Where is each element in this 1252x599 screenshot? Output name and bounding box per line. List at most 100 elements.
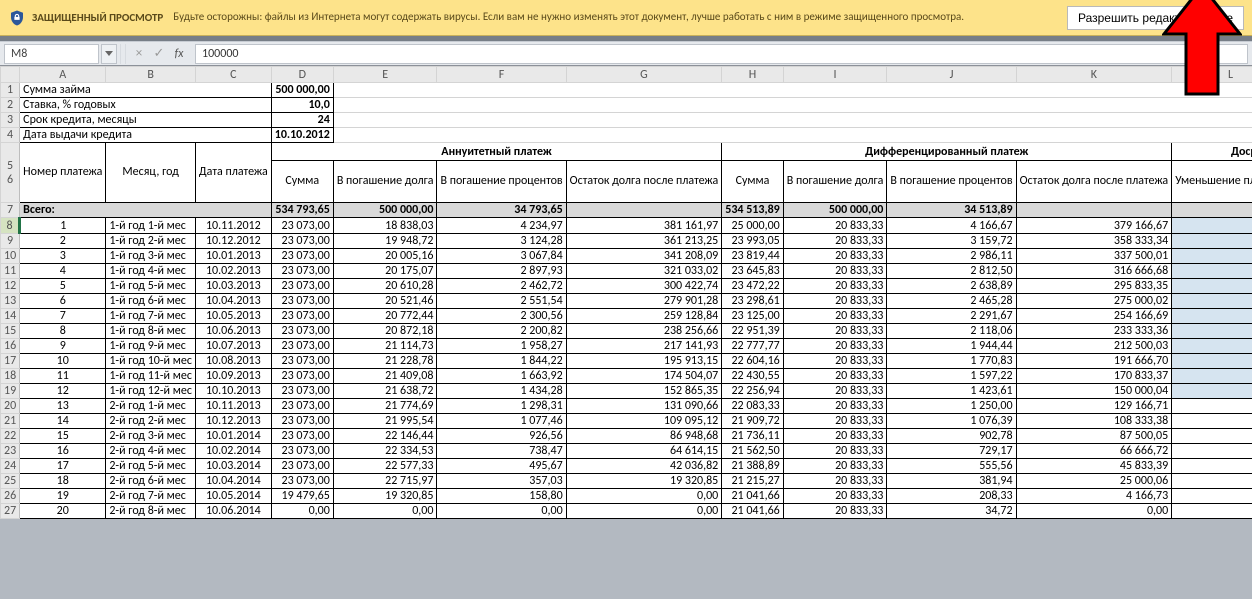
cell[interactable]: 361 213,25: [566, 234, 722, 249]
cell[interactable]: 20 833,33: [783, 414, 887, 429]
cell[interactable]: 0,00: [1016, 504, 1172, 519]
cell[interactable]: 23 645,83: [722, 264, 783, 279]
cell[interactable]: 18: [20, 474, 106, 489]
cell[interactable]: 10,0: [271, 98, 333, 113]
cell[interactable]: 20 833,33: [783, 234, 887, 249]
row-header[interactable]: 20: [1, 399, 20, 414]
cell[interactable]: 10: [20, 354, 106, 369]
row-header[interactable]: 12: [1, 279, 20, 294]
cell[interactable]: [1172, 504, 1252, 519]
col-header-E[interactable]: E: [333, 67, 437, 83]
cell[interactable]: 108 333,38: [1016, 414, 1172, 429]
cell[interactable]: 2-й год 8-й мес: [106, 504, 196, 519]
cell[interactable]: Дата выдачи кредита: [20, 128, 272, 143]
cell[interactable]: Досрочный возврат: [1172, 143, 1252, 161]
cell[interactable]: 2-й год 5-й мес: [106, 459, 196, 474]
cell[interactable]: 158,80: [437, 489, 566, 504]
cell[interactable]: 1-й год 9-й мес: [106, 339, 196, 354]
cell[interactable]: 34 513,89: [887, 203, 1016, 218]
cell[interactable]: 18 838,03: [333, 218, 437, 234]
cell[interactable]: 2 200,82: [437, 324, 566, 339]
col-header-C[interactable]: C: [195, 67, 271, 83]
cell[interactable]: 275 000,02: [1016, 294, 1172, 309]
formula-input[interactable]: 100000: [195, 44, 1248, 64]
cell[interactable]: 729,17: [887, 444, 1016, 459]
cell[interactable]: 2-й год 6-й мес: [106, 474, 196, 489]
cell[interactable]: 1: [20, 218, 106, 234]
cell[interactable]: 19 320,85: [333, 489, 437, 504]
cell[interactable]: 20 833,33: [783, 324, 887, 339]
cell[interactable]: 20 833,33: [783, 489, 887, 504]
cell[interactable]: 150 000,04: [1016, 384, 1172, 399]
cell[interactable]: Дата платежа: [195, 143, 271, 203]
col-header-A[interactable]: A: [20, 67, 106, 83]
cell[interactable]: 1-й год 5-й мес: [106, 279, 196, 294]
cell[interactable]: 0,00: [566, 504, 722, 519]
cell[interactable]: 20 610,28: [333, 279, 437, 294]
cell[interactable]: 379 166,67: [1016, 218, 1172, 234]
cell[interactable]: [1172, 309, 1252, 324]
cell[interactable]: 738,47: [437, 444, 566, 459]
cell[interactable]: 34 793,65: [437, 203, 566, 218]
cell[interactable]: 21 638,72: [333, 384, 437, 399]
cell[interactable]: 7: [20, 309, 106, 324]
row-header[interactable]: 13: [1, 294, 20, 309]
cell[interactable]: 64 614,15: [566, 444, 722, 459]
cell[interactable]: [1172, 384, 1252, 399]
cell[interactable]: 238 256,66: [566, 324, 722, 339]
cell[interactable]: [1172, 279, 1252, 294]
cell[interactable]: 1 844,22: [437, 354, 566, 369]
cell[interactable]: 21 909,72: [722, 414, 783, 429]
confirm-icon[interactable]: ✓: [149, 44, 169, 64]
cell[interactable]: 212 500,03: [1016, 339, 1172, 354]
cell[interactable]: 34,72: [887, 504, 1016, 519]
cell[interactable]: 2 300,56: [437, 309, 566, 324]
cell[interactable]: 10.03.2014: [195, 459, 271, 474]
cell[interactable]: 10.01.2013: [195, 249, 271, 264]
row-header[interactable]: 15: [1, 324, 20, 339]
cell[interactable]: 23 073,00: [271, 474, 333, 489]
col-header-G[interactable]: G: [566, 67, 722, 83]
cell[interactable]: 23 073,00: [271, 444, 333, 459]
cell[interactable]: [1172, 459, 1252, 474]
cell[interactable]: [1172, 474, 1252, 489]
cell[interactable]: 3: [20, 249, 106, 264]
cell[interactable]: 42 036,82: [566, 459, 722, 474]
cancel-icon[interactable]: ×: [129, 44, 149, 64]
cell[interactable]: 337 500,01: [1016, 249, 1172, 264]
cell[interactable]: 1 077,46: [437, 414, 566, 429]
cell[interactable]: 2 897,93: [437, 264, 566, 279]
cell[interactable]: 23 073,00: [271, 309, 333, 324]
cell[interactable]: 10.12.2013: [195, 414, 271, 429]
worksheet[interactable]: A B C D E F G H I J K L M N O P 1 Сумма …: [0, 66, 1252, 599]
cell[interactable]: 1 298,31: [437, 399, 566, 414]
cell[interactable]: 0,00: [566, 489, 722, 504]
cell[interactable]: 22 951,39: [722, 324, 783, 339]
cell[interactable]: 19 479,65: [271, 489, 333, 504]
cell[interactable]: 2 986,11: [887, 249, 1016, 264]
cell[interactable]: 21 041,66: [722, 504, 783, 519]
cell[interactable]: 358 333,34: [1016, 234, 1172, 249]
cell[interactable]: Дифференцированный платеж: [722, 143, 1172, 161]
row-header[interactable]: 11: [1, 264, 20, 279]
cell[interactable]: 12: [20, 384, 106, 399]
cell[interactable]: 10.01.2014: [195, 429, 271, 444]
cell[interactable]: 21 562,50: [722, 444, 783, 459]
cell[interactable]: [1172, 369, 1252, 384]
cell[interactable]: 1-й год 12-й мес: [106, 384, 196, 399]
cell[interactable]: 20 833,33: [783, 474, 887, 489]
cell[interactable]: Сумма займа: [20, 83, 272, 98]
row-header[interactable]: 7: [1, 203, 20, 218]
row-header[interactable]: 14: [1, 309, 20, 324]
cell[interactable]: В погашение процентов: [437, 161, 566, 203]
cell[interactable]: 25 000,00: [722, 218, 783, 234]
cell[interactable]: 21 774,69: [333, 399, 437, 414]
cell[interactable]: 23 073,00: [271, 354, 333, 369]
cell[interactable]: 1 434,28: [437, 384, 566, 399]
cell[interactable]: 357,03: [437, 474, 566, 489]
row-header[interactable]: 21: [1, 414, 20, 429]
cell[interactable]: [1172, 218, 1252, 234]
cell[interactable]: 20 833,33: [783, 504, 887, 519]
cell[interactable]: 20 772,44: [333, 309, 437, 324]
cell[interactable]: 1 770,83: [887, 354, 1016, 369]
